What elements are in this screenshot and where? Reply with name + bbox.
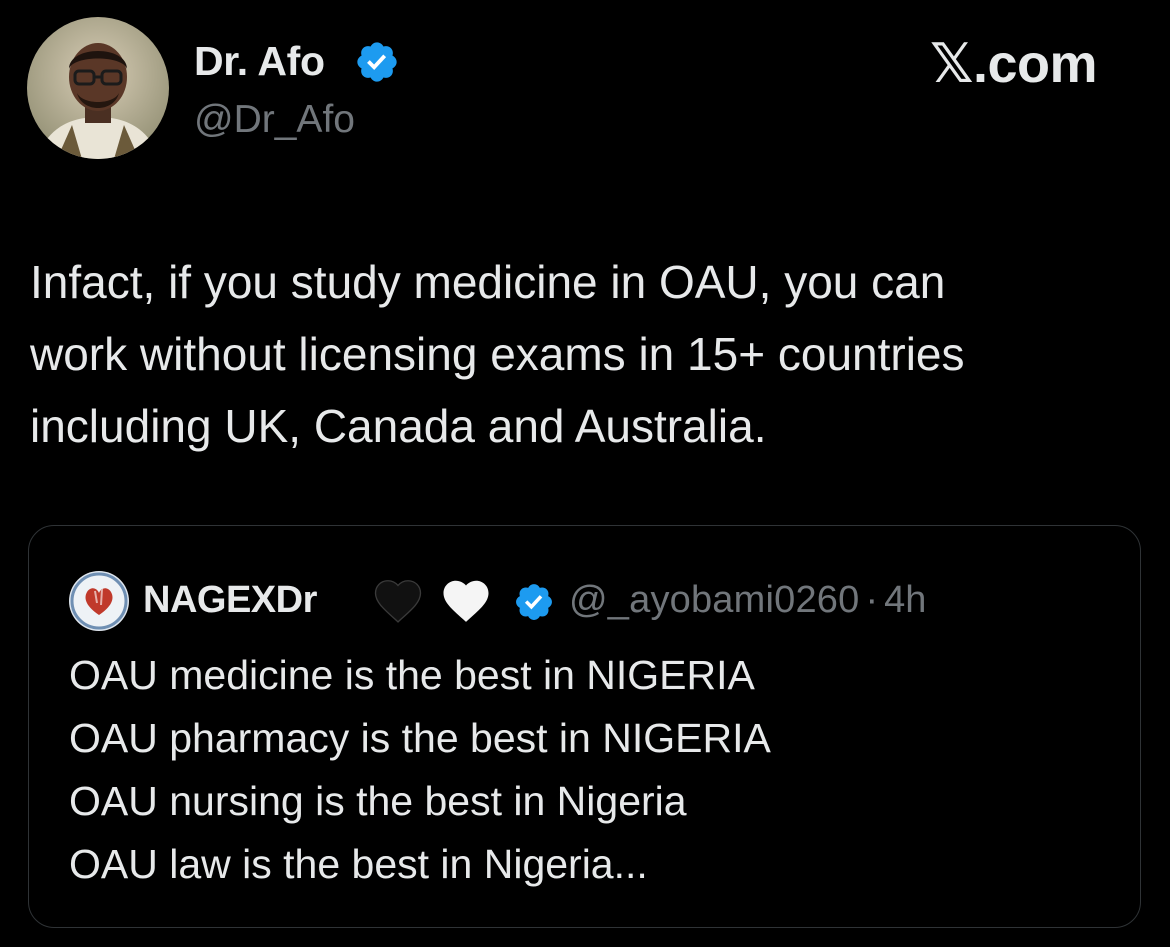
meta-separator: · bbox=[865, 579, 879, 621]
quoted-author-name[interactable]: NAGEXDr bbox=[143, 578, 317, 622]
author-avatar[interactable] bbox=[27, 17, 169, 159]
quoted-tweet-text: OAU medicine is the best in NIGERIA OAU … bbox=[69, 644, 1129, 896]
tweet-text: Infact, if you study medicine in OAU, yo… bbox=[30, 256, 965, 452]
quoted-tweet-card[interactable]: NAGEXDr @_ayobami0260 · 4h OAU medicine is… bbox=[28, 525, 1141, 928]
quoted-line: OAU pharmacy is the best in NIGERIA bbox=[69, 715, 771, 761]
brand-logo-text: 𝕏.com bbox=[930, 34, 1098, 94]
verified-badge-icon bbox=[357, 42, 397, 82]
white-heart-icon bbox=[443, 580, 489, 622]
verified-badge-icon bbox=[516, 584, 552, 620]
quoted-line: OAU law is the best in Nigeria... bbox=[69, 841, 648, 887]
black-heart-icon bbox=[374, 580, 422, 623]
quoted-line: OAU nursing is the best in Nigeria bbox=[69, 778, 687, 824]
quoted-author-handle[interactable]: @_ayobami0260 bbox=[569, 579, 859, 621]
quoted-author-avatar[interactable] bbox=[69, 571, 129, 631]
quoted-meta: @_ayobami0260 · 4h bbox=[569, 578, 926, 622]
author-name[interactable]: Dr. Afo bbox=[194, 38, 325, 84]
quoted-line: OAU medicine is the best in NIGERIA bbox=[69, 652, 755, 698]
quoted-timestamp[interactable]: 4h bbox=[884, 579, 926, 621]
author-handle[interactable]: @Dr_Afo bbox=[194, 98, 355, 142]
